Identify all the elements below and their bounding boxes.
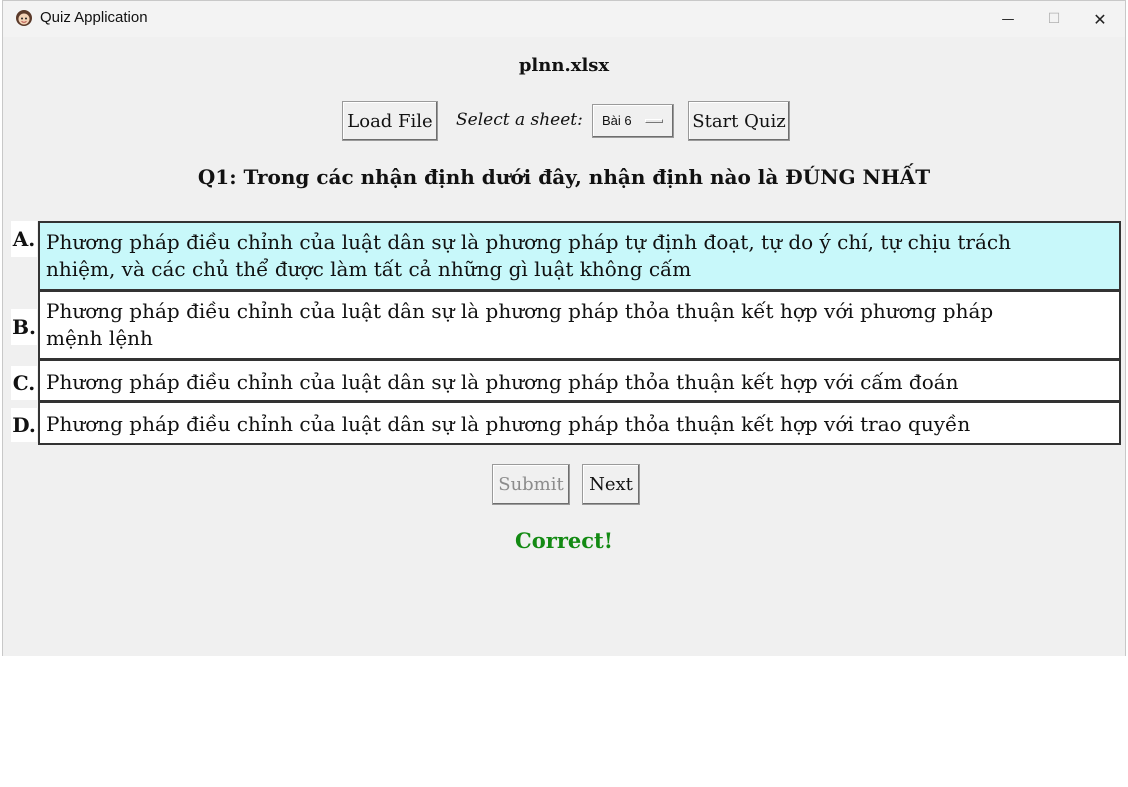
load-file-button[interactable]: Load File	[342, 101, 438, 141]
title-bar: Quiz Application — ☐ ✕	[3, 1, 1125, 37]
option-a-button[interactable]: Phương pháp điều chỉnh của luật dân sự l…	[38, 221, 1121, 291]
option-a-letter: A.	[11, 221, 37, 257]
dropdown-indicator-icon	[645, 119, 663, 123]
option-b-letter: B.	[11, 309, 37, 345]
option-a-line-1: Phương pháp điều chỉnh của luật dân sự l…	[46, 230, 1011, 254]
minimize-icon: —	[1001, 11, 1015, 27]
maximize-icon: ☐	[1047, 11, 1061, 27]
next-button[interactable]: Next	[582, 464, 640, 505]
option-c-button[interactable]: Phương pháp điều chỉnh của luật dân sự l…	[38, 359, 1121, 402]
start-quiz-button[interactable]: Start Quiz	[688, 101, 790, 141]
option-d-line-1: Phương pháp điều chỉnh của luật dân sự l…	[46, 412, 971, 436]
option-c-line-1: Phương pháp điều chỉnh của luật dân sự l…	[46, 370, 959, 394]
option-b-button[interactable]: Phương pháp điều chỉnh của luật dân sự l…	[38, 290, 1121, 360]
close-button[interactable]: ✕	[1077, 1, 1123, 37]
option-b-line-1: Phương pháp điều chỉnh của luật dân sự l…	[46, 299, 994, 323]
file-name-label: plnn.xlsx	[518, 55, 610, 76]
sheet-dropdown-value: Bài 6	[602, 113, 632, 128]
option-d-button[interactable]: Phương pháp điều chỉnh của luật dân sự l…	[38, 401, 1121, 445]
maximize-button[interactable]: ☐	[1031, 1, 1077, 37]
option-a-line-2: nhiệm, và các chủ thể được làm tất cả nh…	[46, 257, 692, 281]
option-c-letter: C.	[11, 366, 37, 400]
submit-button[interactable]: Submit	[492, 464, 570, 505]
minimize-button[interactable]: —	[985, 1, 1031, 37]
option-d-letter: D.	[11, 408, 37, 442]
option-b-line-2: mệnh lệnh	[46, 326, 153, 350]
sheet-select-label: Select a sheet:	[456, 110, 583, 130]
result-message: Correct!	[515, 528, 613, 553]
app-icon	[16, 10, 32, 26]
sheet-dropdown[interactable]: Bài 6	[592, 104, 674, 138]
main-content: plnn.xlsx Load File Select a sheet: Bài …	[3, 37, 1125, 656]
quiz-window: Quiz Application — ☐ ✕ plnn.xlsx Load Fi…	[2, 0, 1126, 656]
question-text: Q1: Trong các nhận định dưới đây, nhận đ…	[197, 165, 931, 189]
close-icon: ✕	[1093, 9, 1107, 29]
window-title: Quiz Application	[40, 9, 148, 26]
